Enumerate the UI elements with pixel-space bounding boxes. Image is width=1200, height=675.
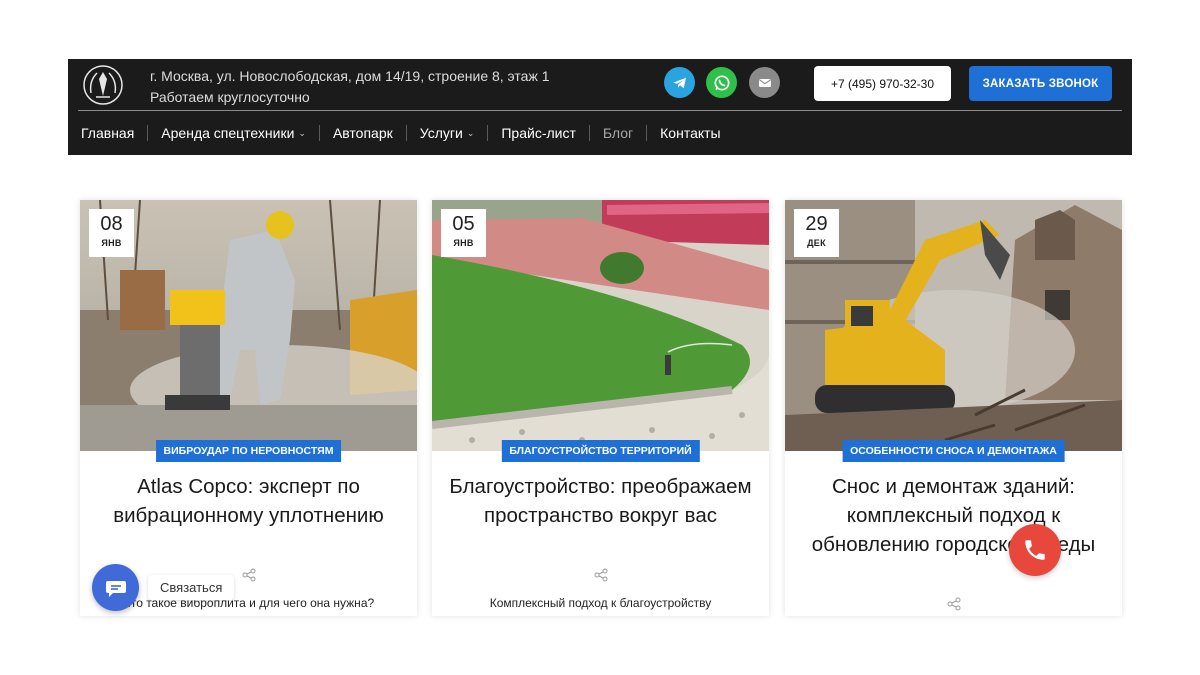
post-day: 08: [100, 213, 123, 235]
whatsapp-icon[interactable]: [706, 67, 737, 98]
telegram-icon[interactable]: [664, 67, 695, 98]
blog-card[interactable]: 08 ЯНВ ВИБРОУДАР ПО НЕРОВНОСТЯМ Atlas Co…: [80, 200, 417, 616]
company-logo[interactable]: [81, 63, 125, 107]
nav-label: Прайс-лист: [501, 125, 576, 141]
nav-label: Контакты: [660, 125, 721, 141]
main-nav: Главная Аренда спецтехники ⌄ Автопарк Усл…: [81, 123, 721, 143]
site-header: г. Москва, ул. Новослободская, дом 14/19…: [68, 59, 1132, 155]
nav-separator: [487, 125, 489, 141]
request-call-button[interactable]: ЗАКАЗАТЬ ЗВОНОК: [969, 66, 1112, 101]
chat-widget-button[interactable]: [92, 564, 139, 611]
chat-icon: [105, 580, 126, 597]
post-day: 05: [452, 213, 475, 235]
nav-item-blog[interactable]: Блог: [603, 125, 633, 141]
nav-label: Автопарк: [332, 125, 393, 141]
share-icon[interactable]: [242, 568, 256, 582]
nav-separator: [646, 125, 648, 141]
phone-button[interactable]: +7 (495) 970-32-30: [814, 66, 951, 101]
chevron-down-icon: ⌄: [298, 127, 306, 138]
share-icon[interactable]: [594, 568, 608, 582]
header-address: г. Москва, ул. Новослободская, дом 14/19…: [150, 68, 550, 84]
blog-card[interactable]: 05 ЯНВ БЛАГОУСТРОЙСТВО ТЕРРИТОРИЙ Благоу…: [432, 200, 769, 616]
post-date-badge: 29 ДЕК: [794, 209, 839, 257]
post-excerpt: Комплексный подход к благоустройству: [489, 596, 712, 610]
post-excerpt: Что такое виброплита и для чего она нужн…: [122, 596, 375, 610]
post-category-tag[interactable]: ОСОБЕННОСТИ СНОСА И ДЕМОНТАЖА: [842, 440, 1065, 462]
nav-label: Услуги: [419, 125, 463, 141]
post-date-badge: 08 ЯНВ: [89, 209, 134, 257]
phone-icon: [1025, 540, 1045, 560]
nav-label: Аренда спецтехники: [161, 125, 295, 141]
blog-card[interactable]: 29 ДЕК ОСОБЕННОСТИ СНОСА И ДЕМОНТАЖА Сно…: [785, 200, 1122, 616]
post-category-tag[interactable]: БЛАГОУСТРОЙСТВО ТЕРРИТОРИЙ: [501, 440, 700, 462]
nav-separator: [147, 125, 149, 141]
nav-label: Блог: [602, 125, 634, 141]
post-category-tag[interactable]: ВИБРОУДАР ПО НЕРОВНОСТЯМ: [155, 440, 342, 462]
nav-item-price-list[interactable]: Прайс-лист: [501, 125, 576, 141]
nav-separator: [318, 125, 320, 141]
nav-item-equipment-rental[interactable]: Аренда спецтехники ⌄: [161, 125, 306, 141]
post-title[interactable]: Благоустройство: преображаем пространств…: [442, 472, 759, 530]
post-title[interactable]: Снос и демонтаж зданий: комплексный подх…: [795, 472, 1112, 559]
nav-item-fleet[interactable]: Автопарк: [333, 125, 393, 141]
post-month: ДЕК: [807, 238, 826, 248]
mail-icon[interactable]: [749, 67, 780, 98]
post-date-badge: 05 ЯНВ: [441, 209, 486, 257]
nav-label: Главная: [81, 125, 135, 141]
post-title[interactable]: Atlas Copco: эксперт по вибрационному уп…: [90, 472, 407, 530]
nav-separator: [405, 125, 407, 141]
header-working-hours: Работаем круглосуточно: [150, 89, 310, 105]
chevron-down-icon: ⌄: [466, 127, 475, 138]
share-icon[interactable]: [947, 597, 961, 611]
call-floating-button[interactable]: [1009, 524, 1061, 576]
chat-widget-label[interactable]: Связаться: [148, 575, 235, 600]
nav-item-services[interactable]: Услуги ⌄: [420, 125, 475, 141]
nav-separator: [588, 125, 590, 141]
nav-item-contacts[interactable]: Контакты: [660, 125, 720, 141]
post-month: ЯНВ: [453, 238, 474, 248]
header-divider: [78, 110, 1122, 111]
post-day: 29: [805, 213, 828, 235]
post-month: ЯНВ: [101, 238, 122, 248]
nav-item-home[interactable]: Главная: [81, 125, 134, 141]
